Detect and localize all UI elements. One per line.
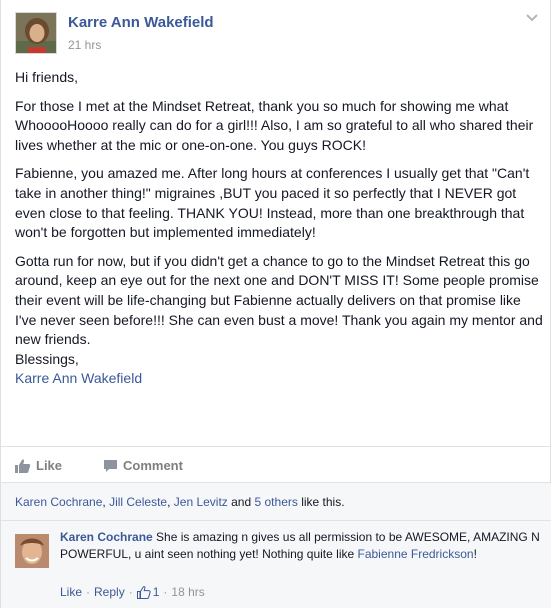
post-paragraph: For those I met at the Mindset Retreat, … xyxy=(15,97,534,153)
comment-like-count[interactable]: 1 xyxy=(153,585,160,599)
like-button[interactable]: Like xyxy=(15,458,62,473)
commenter-photo xyxy=(15,534,49,568)
post-header: Karre Ann Wakefield 21 hrs xyxy=(1,0,551,66)
post-timestamp[interactable]: 21 hrs xyxy=(68,38,101,52)
post-paragraph: Gotta run for now, but if you didn't get… xyxy=(15,252,543,348)
chevron-down-icon[interactable] xyxy=(524,10,540,26)
meta-dot: · xyxy=(163,585,168,599)
mention-link[interactable]: Fabienne Fredrickson xyxy=(358,547,474,561)
post-action-bar: Like Comment xyxy=(1,446,551,482)
meta-dot: · xyxy=(86,585,91,599)
liker-link[interactable]: Jen Levitz xyxy=(174,495,228,509)
others-link[interactable]: 5 others xyxy=(255,495,298,509)
author-avatar[interactable] xyxy=(15,12,57,54)
likes-and: and xyxy=(227,495,255,509)
likes-separator: , xyxy=(167,495,174,509)
post-body: Hi friends, For those I met at the Minds… xyxy=(15,68,545,389)
speech-bubble-icon xyxy=(104,459,117,472)
liker-link[interactable]: Jill Celeste xyxy=(109,495,167,509)
comment-text: Karen Cochrane She is amazing n gives us… xyxy=(60,529,540,563)
comment: Karen Cochrane She is amazing n gives us… xyxy=(1,520,551,608)
comment-timestamp: 18 hrs xyxy=(171,585,205,599)
author-name[interactable]: Karre Ann Wakefield xyxy=(68,14,214,31)
comment-meta: Like · Reply · 1 · 18 hrs xyxy=(60,585,205,599)
commenter-name[interactable]: Karen Cochrane xyxy=(60,530,153,544)
commenter-avatar[interactable] xyxy=(15,534,49,568)
comment-button[interactable]: Comment xyxy=(103,458,183,473)
post-paragraph: Hi friends, xyxy=(15,69,79,85)
meta-dot: · xyxy=(128,585,133,599)
thumbs-up-icon xyxy=(15,458,31,473)
author-photo xyxy=(16,13,56,53)
facebook-post: Karre Ann Wakefield 21 hrs Hi friends, F… xyxy=(0,0,551,608)
liker-link[interactable]: Karen Cochrane xyxy=(15,495,102,509)
comment-reply-link[interactable]: Reply xyxy=(94,585,125,599)
post-paragraph: Fabienne, you amazed me. After long hour… xyxy=(15,165,530,241)
post-closing: Blessings, xyxy=(15,350,79,367)
thumbs-up-icon xyxy=(136,585,151,599)
comment-label: Comment xyxy=(123,458,183,473)
post-signature-link[interactable]: Karre Ann Wakefield xyxy=(15,369,545,389)
comment-like-link[interactable]: Like xyxy=(60,585,82,599)
like-label: Like xyxy=(36,458,63,473)
likes-summary: Karen Cochrane, Jill Celeste, Jen Levitz… xyxy=(1,482,551,520)
comment-end: ! xyxy=(473,547,477,561)
likes-suffix: like this. xyxy=(297,495,345,509)
